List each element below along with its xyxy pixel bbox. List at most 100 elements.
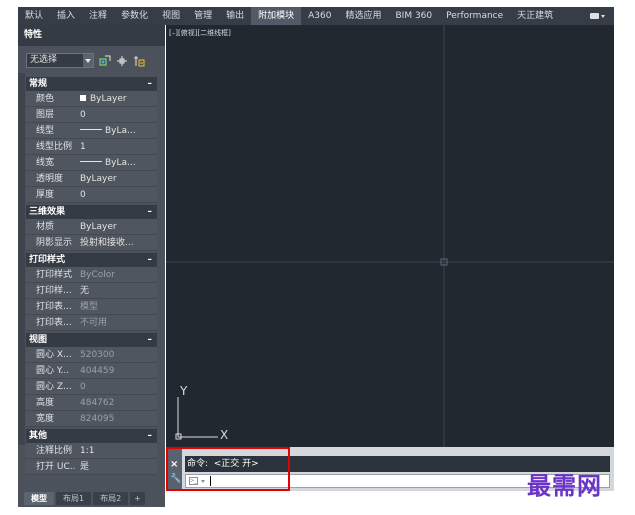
watermark-logo: 最需网: [527, 471, 602, 500]
ribbon-tab[interactable]: BIM 360: [388, 7, 439, 25]
property-value-cell[interactable]: 0: [76, 187, 157, 202]
collapse-icon[interactable]: –: [148, 253, 153, 267]
property-value-cell[interactable]: 520300: [76, 347, 157, 362]
collapse-icon[interactable]: –: [148, 205, 153, 219]
property-value: 404459: [80, 366, 115, 376]
ribbon-tab[interactable]: A360: [301, 7, 338, 25]
section-header[interactable]: 打印样式 –: [26, 253, 157, 267]
property-row[interactable]: 圆心 Y... 404459: [26, 363, 157, 379]
property-value-cell[interactable]: ByLa...: [76, 155, 157, 170]
property-name: 打开 UC...: [36, 462, 76, 472]
property-row[interactable]: 颜色 ByLayer: [26, 91, 157, 107]
layout-tab[interactable]: 布局2: [93, 492, 129, 505]
property-row[interactable]: 圆心 Z... 0: [26, 379, 157, 395]
property-value-cell[interactable]: 无: [76, 283, 157, 298]
ribbon-tab[interactable]: Performance: [439, 7, 510, 25]
ribbon-tab[interactable]: 参数化: [114, 7, 155, 25]
toggle-pickadd-icon[interactable]: [99, 55, 111, 67]
ribbon-tab[interactable]: 输出: [219, 7, 251, 25]
property-name: 材质: [36, 222, 55, 232]
quick-select-icon[interactable]: [133, 55, 145, 67]
property-value-cell[interactable]: 824095: [76, 411, 157, 426]
ribbon-minimize-icon[interactable]: [590, 12, 608, 20]
layout-tab-bar: 模型 布局1 布局2 +: [24, 491, 145, 505]
section-header[interactable]: 视图 –: [26, 333, 157, 347]
property-value: 投射和接收...: [80, 238, 134, 248]
collapse-icon[interactable]: –: [148, 333, 153, 347]
property-row[interactable]: 圆心 X... 520300: [26, 347, 157, 363]
property-name: 圆心 X...: [36, 350, 72, 360]
property-value-cell[interactable]: ByLa...: [76, 123, 157, 138]
palette-title[interactable]: 特性: [18, 25, 165, 46]
property-value-cell[interactable]: ByColor: [76, 267, 157, 282]
property-name: 打印表...: [36, 302, 72, 312]
property-row[interactable]: 线型比例 1: [26, 139, 157, 155]
ribbon-tab[interactable]: 注释: [82, 7, 114, 25]
ribbon-tab[interactable]: 插入: [50, 7, 82, 25]
property-value-cell[interactable]: 484762: [76, 395, 157, 410]
property-row[interactable]: 线宽 ByLa...: [26, 155, 157, 171]
property-value: 824095: [80, 414, 115, 424]
section-header[interactable]: 其他 –: [26, 429, 157, 443]
ribbon-tab[interactable]: 默认: [18, 7, 50, 25]
crosshair-cursor: [166, 25, 614, 447]
property-row[interactable]: 厚度 0: [26, 187, 157, 203]
property-row[interactable]: 打印样式 ByColor: [26, 267, 157, 283]
property-name: 圆心 Y...: [36, 366, 70, 376]
selection-dropdown[interactable]: 无选择: [26, 53, 94, 68]
property-row[interactable]: 高度 484762: [26, 395, 157, 411]
property-name: 线型比例: [36, 142, 73, 152]
property-value-cell[interactable]: ByLayer: [76, 219, 157, 234]
drawing-canvas[interactable]: [–][俯视][二维线框] Y X: [166, 25, 614, 447]
ribbon-tab[interactable]: 附加模块: [251, 7, 302, 25]
property-value-cell[interactable]: 404459: [76, 363, 157, 378]
layout-tab[interactable]: 布局1: [56, 492, 92, 505]
ribbon-tab[interactable]: 天正建筑: [510, 7, 560, 25]
property-name: 透明度: [36, 174, 64, 184]
property-value: 1: [80, 142, 86, 152]
property-value-cell[interactable]: 1:1: [76, 443, 157, 458]
add-layout-button[interactable]: +: [130, 492, 145, 505]
property-value-cell[interactable]: 1: [76, 139, 157, 154]
section-title: 三维效果: [29, 207, 66, 217]
property-value-cell[interactable]: ByLayer: [76, 171, 157, 186]
property-value: ByLa...: [105, 158, 136, 168]
property-value-cell[interactable]: ByLayer: [76, 91, 157, 106]
property-value: ByLayer: [80, 174, 117, 184]
property-row[interactable]: 注释比例 1:1: [26, 443, 157, 459]
ribbon-tab[interactable]: 精选应用: [338, 7, 388, 25]
property-value: 是: [80, 462, 90, 472]
property-row[interactable]: 材质 ByLayer: [26, 219, 157, 235]
property-value-cell[interactable]: 投射和接收...: [76, 235, 157, 250]
ribbon-tab[interactable]: 管理: [187, 7, 219, 25]
line-preview-icon: [80, 129, 102, 130]
ribbon-tab[interactable]: 视图: [155, 7, 187, 25]
property-value-cell[interactable]: 0: [76, 379, 157, 394]
property-value-cell[interactable]: 不可用: [76, 315, 157, 330]
property-row[interactable]: 打印样... 无: [26, 283, 157, 299]
property-row[interactable]: 打印表... 不可用: [26, 315, 157, 331]
section-header[interactable]: 三维效果 –: [26, 205, 157, 219]
property-row[interactable]: 宽度 824095: [26, 411, 157, 427]
property-name: 阴影显示: [36, 238, 73, 248]
property-row[interactable]: 透明度 ByLayer: [26, 171, 157, 187]
property-row[interactable]: 线型 ByLa...: [26, 123, 157, 139]
property-value-cell[interactable]: 模型: [76, 299, 157, 314]
property-row[interactable]: 图层 0: [26, 107, 157, 123]
selection-row: 无选择: [26, 53, 145, 68]
property-row[interactable]: 阴影显示 投射和接收...: [26, 235, 157, 251]
property-value: 0: [80, 382, 86, 392]
layout-tab[interactable]: 模型: [24, 492, 54, 505]
property-row[interactable]: 打开 UC... 是: [26, 459, 157, 475]
collapse-icon[interactable]: –: [148, 429, 153, 443]
collapse-icon[interactable]: –: [148, 77, 153, 91]
select-objects-icon[interactable]: [116, 55, 128, 67]
ucs-y-label: Y: [179, 385, 188, 398]
section-header[interactable]: 常规 –: [26, 77, 157, 91]
property-value-cell[interactable]: 是: [76, 459, 157, 474]
property-value: 模型: [80, 302, 99, 312]
property-row[interactable]: 打印表... 模型: [26, 299, 157, 315]
section-title: 常规: [29, 79, 48, 89]
property-value-cell[interactable]: 0: [76, 107, 157, 122]
palette-side-strip[interactable]: [18, 73, 25, 445]
